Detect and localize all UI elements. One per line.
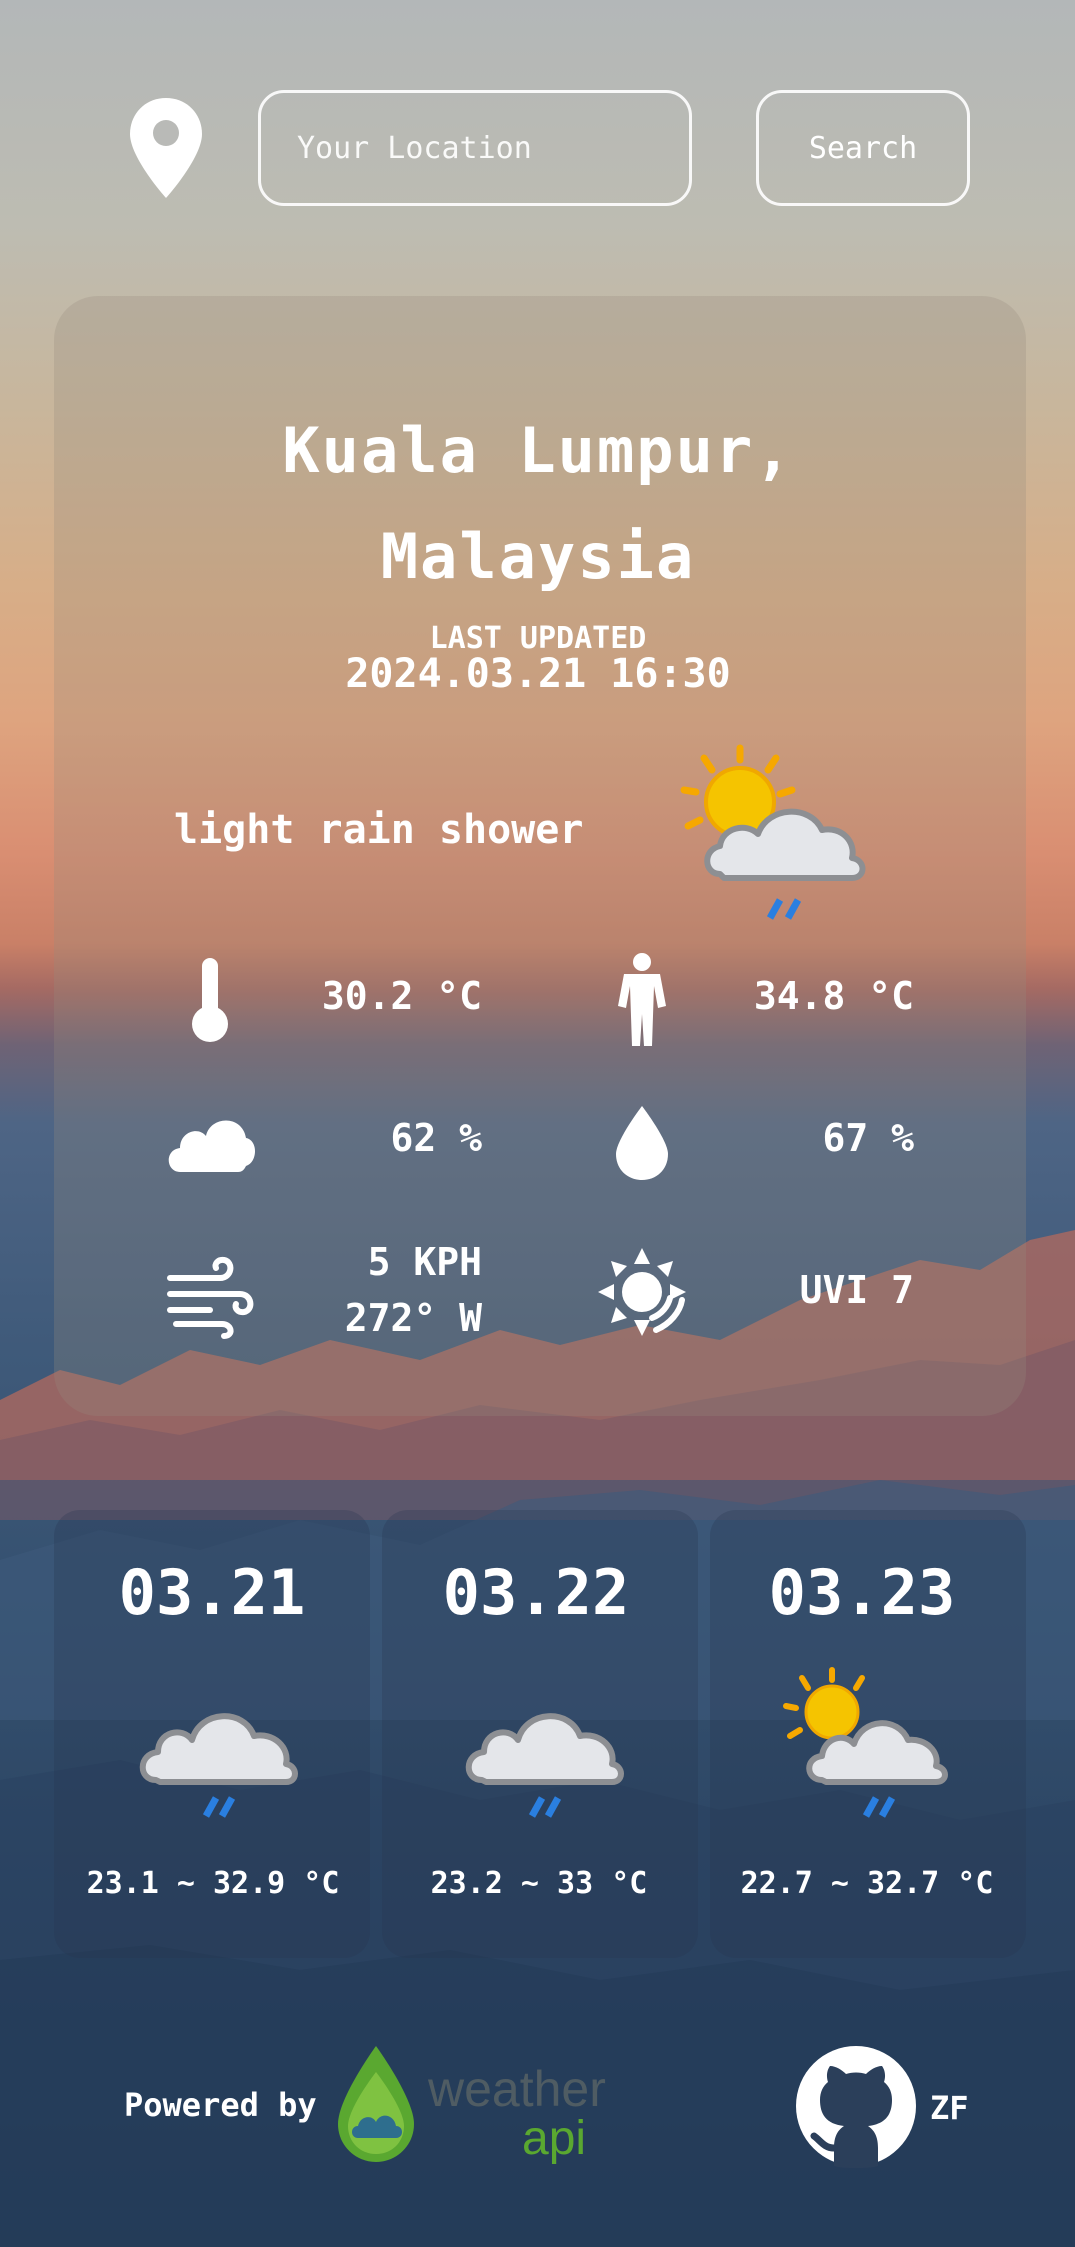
weatherapi-logo-word: weather: [427, 2061, 606, 2117]
cloud-cover-value: 62 %: [390, 1116, 482, 1160]
search-button[interactable]: Search: [756, 90, 970, 206]
wind-direction-value: 272° W: [344, 1296, 482, 1340]
weatherapi-logo-word-api: api: [522, 2112, 586, 2165]
person-feels-like-icon: [618, 953, 666, 1046]
forecast-temperature-range: 23.2 ~ 33 °C: [430, 1866, 648, 1901]
condition-text: light rain shower: [174, 807, 584, 853]
github-username[interactable]: ZF: [930, 2086, 969, 2130]
wind-speed-value: 5 KPH: [367, 1240, 482, 1284]
humidity-drop-icon: [616, 1106, 668, 1180]
thermometer-icon: [192, 958, 228, 1042]
last-updated-time: 2024.03.21 16:30: [345, 651, 731, 697]
forecast-temperature-range: 22.7 ~ 32.7 °C: [740, 1866, 994, 1901]
uv-sun-icon: [598, 1248, 686, 1336]
powered-by-label: Powered by: [124, 2086, 317, 2124]
cloud-icon: [168, 1120, 255, 1172]
forecast-temperature-range: 23.1 ~ 32.9 °C: [86, 1866, 340, 1901]
github-icon[interactable]: [794, 2044, 918, 2168]
sun-cloud-rain-icon: [680, 744, 866, 920]
temperature-value: 30.2 °C: [321, 974, 482, 1018]
feels-like-value: 34.8 °C: [753, 974, 914, 1018]
forecast-date: 03.23: [768, 1556, 956, 1629]
weatherapi-logo[interactable]: weather api: [334, 2042, 606, 2168]
location-pin-icon: [130, 98, 202, 198]
humidity-value: 67 %: [822, 1116, 914, 1160]
forecast-date: 03.21: [118, 1556, 306, 1629]
sun-cloud-rain-icon: [783, 1667, 948, 1818]
cloud-rain-icon: [139, 1713, 298, 1818]
uv-index-value: UVI 7: [799, 1268, 914, 1312]
location-search-input[interactable]: [258, 90, 692, 206]
wind-icon: [167, 1256, 254, 1339]
cloud-rain-icon: [465, 1713, 624, 1818]
forecast-date: 03.22: [442, 1556, 630, 1629]
location-title: Kuala Lumpur, Malaysia: [282, 414, 794, 593]
